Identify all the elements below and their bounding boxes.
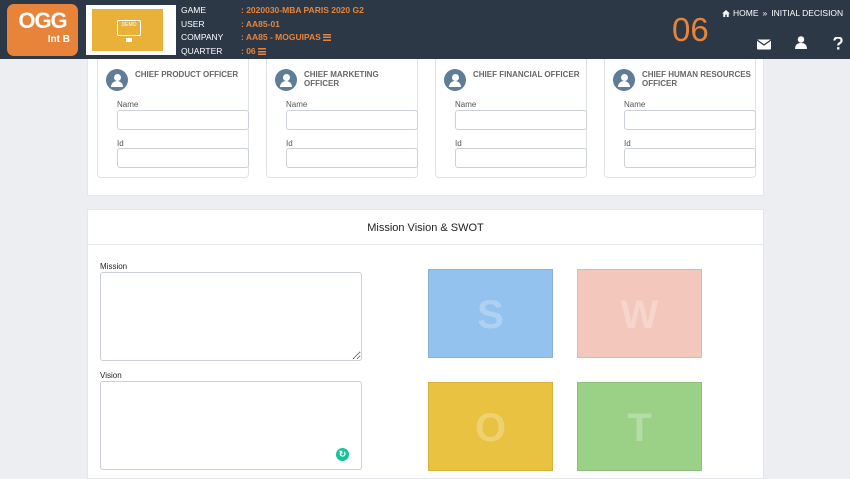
grammarly-icon[interactable]: ↻: [336, 448, 349, 461]
user-info-row: USER : AA85-01: [181, 18, 401, 32]
monitor-stand: [126, 38, 132, 42]
demo-banner: DEMO: [86, 5, 176, 55]
name-label: Name: [455, 100, 477, 109]
name-label: Name: [624, 100, 646, 109]
officer-card-chro: CHIEF HUMAN RESOURCES OFFICER Name Id: [604, 59, 756, 178]
chro-name-input[interactable]: [624, 110, 756, 130]
mission-label: Mission: [100, 262, 128, 271]
game-value: : 2020030-MBA PARIS 2020 G2: [241, 5, 364, 15]
officer-card-cfo: CHIEF FINANCIAL OFFICER Name Id: [435, 59, 587, 178]
officer-card-cmo: CHIEF MARKETING OFFICER Name Id: [266, 59, 418, 178]
name-label: Name: [286, 100, 308, 109]
logo-subtext: Int B: [47, 34, 70, 45]
vision-textarea-wrap: ↻: [100, 381, 362, 470]
envelope-icon[interactable]: [757, 38, 771, 51]
vision-textarea[interactable]: [101, 382, 361, 469]
list-icon[interactable]: [257, 47, 266, 55]
game-label: GAME: [181, 5, 207, 15]
breadcrumb-home[interactable]: HOME: [733, 8, 759, 18]
game-info-row: GAME : 2020030-MBA PARIS 2020 G2: [181, 4, 401, 18]
swot-letter: W: [620, 293, 659, 337]
officer-card-cpo: CHIEF PRODUCT OFFICER Name Id: [97, 59, 249, 178]
user-value: : AA85-01: [241, 18, 280, 29]
chro-id-input[interactable]: [624, 148, 756, 168]
company-label: COMPANY: [181, 32, 224, 42]
section-title: Mission Vision & SWOT: [88, 210, 763, 245]
logo-text: OGG: [18, 8, 67, 33]
top-bar: OGG Int B DEMO GAME : 2020030-MBA PARIS …: [0, 0, 850, 59]
cmo-name-input[interactable]: [286, 110, 418, 130]
company-info-row: COMPANY : AA85 - MOGUIPAS: [181, 31, 401, 45]
user-label: USER: [181, 18, 205, 29]
user-avatar-icon: [106, 69, 128, 91]
officer-title: CHIEF HUMAN RESOURCES OFFICER: [642, 70, 751, 88]
user-avatar-icon: [444, 69, 466, 91]
cpo-name-input[interactable]: [117, 110, 249, 130]
swot-letter: S: [477, 293, 504, 337]
id-label: Id: [117, 139, 124, 148]
id-label: Id: [455, 139, 462, 148]
demo-banner-fill: DEMO: [92, 9, 163, 51]
cpo-id-input[interactable]: [117, 148, 249, 168]
breadcrumb-separator: »: [762, 8, 768, 18]
swot-opportunities-box[interactable]: O: [428, 382, 553, 471]
breadcrumb: HOME» INITIAL DECISION: [722, 8, 843, 18]
name-label: Name: [117, 100, 139, 109]
swot-letter: T: [627, 406, 652, 450]
officer-title: CHIEF FINANCIAL OFFICER: [473, 70, 580, 79]
current-quarter-number: 06: [672, 11, 709, 48]
user-icon[interactable]: [794, 36, 808, 49]
breadcrumb-current: INITIAL DECISION: [771, 8, 844, 18]
officer-title: CHIEF MARKETING OFFICER: [304, 70, 379, 88]
mission-vision-swot-panel: Mission Vision & SWOT Mission Vision ↻ S…: [87, 209, 764, 479]
ogg-logo[interactable]: OGG Int B: [7, 4, 78, 56]
cfo-id-input[interactable]: [455, 148, 587, 168]
monitor-icon: DEMO: [117, 20, 141, 36]
quarter-value: : 06: [241, 45, 266, 59]
game-info: GAME : 2020030-MBA PARIS 2020 G2 USER : …: [181, 4, 401, 58]
officer-title: CHIEF PRODUCT OFFICER: [135, 70, 239, 79]
swot-letter: O: [474, 406, 507, 450]
swot-threats-box[interactable]: T: [577, 382, 702, 471]
officers-panel: CHIEF PRODUCT OFFICER Name Id CHIEF MARK…: [87, 59, 764, 196]
cfo-name-input[interactable]: [455, 110, 587, 130]
mission-textarea[interactable]: [100, 272, 362, 361]
id-label: Id: [624, 139, 631, 148]
id-label: Id: [286, 139, 293, 148]
swot-strengths-box[interactable]: S: [428, 269, 553, 358]
list-icon[interactable]: [322, 34, 331, 41]
vision-label: Vision: [100, 371, 122, 380]
swot-weaknesses-box[interactable]: W: [577, 269, 702, 358]
quarter-info-row: QUARTER : 06: [181, 45, 401, 59]
home-icon: [722, 9, 730, 17]
user-avatar-icon: [275, 69, 297, 91]
demo-label: DEMO: [121, 22, 137, 28]
company-value: : AA85 - MOGUIPAS: [241, 31, 331, 45]
user-avatar-icon: [613, 69, 635, 91]
quarter-label: QUARTER: [181, 45, 223, 56]
question-icon[interactable]: [831, 37, 845, 50]
cmo-id-input[interactable]: [286, 148, 418, 168]
